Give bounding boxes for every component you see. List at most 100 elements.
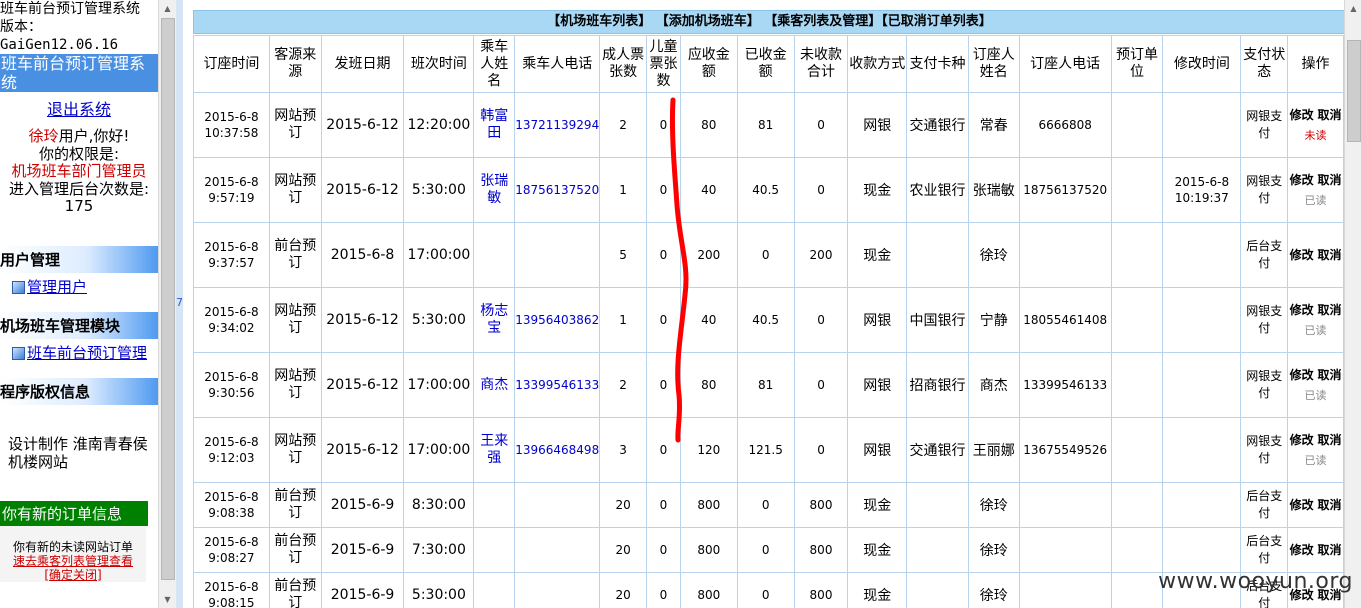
cell-child: 0 [646, 572, 681, 608]
column-header: 班次时间 [403, 35, 475, 93]
cell-booked: 2015-6-8 9:08:38 [193, 482, 270, 528]
cell-due: 40 [679, 287, 738, 353]
sidebar-item-manage-users[interactable]: 管理用户 [0, 273, 158, 300]
cell-booker-phone: 13675549526 [1018, 417, 1112, 483]
manage-users-link[interactable]: 管理用户 [27, 278, 87, 296]
edit-link[interactable]: 修改 [1290, 173, 1314, 187]
nav-add-shuttle[interactable]: 【添加机场班车】 [656, 14, 760, 29]
cell-booker: 徐玲 [967, 527, 1020, 573]
read-status: 已读 [1304, 388, 1327, 402]
read-status: 已读 [1304, 193, 1327, 207]
cancel-link[interactable]: 取消 [1317, 248, 1341, 262]
cell-child: 0 [646, 482, 681, 528]
cell-status: 后台支付 [1240, 222, 1289, 288]
cell-date: 2015-6-8 [320, 222, 405, 288]
scroll-up-icon[interactable]: ▲ [159, 0, 176, 17]
cell-card: 交通银行 [906, 417, 969, 483]
section-user-management: 用户管理 [0, 245, 158, 273]
edit-link[interactable]: 修改 [1290, 368, 1314, 382]
cell-paid: 0 [736, 572, 795, 608]
cell-booker-phone [1018, 222, 1112, 288]
cell-passenger: 王来强 [473, 417, 516, 483]
column-header: 操作 [1287, 35, 1344, 93]
cell-passenger [473, 527, 516, 573]
cell-booked: 2015-6-8 9:34:02 [193, 287, 270, 353]
cancel-link[interactable]: 取消 [1317, 368, 1341, 382]
edit-link[interactable]: 修改 [1290, 108, 1314, 122]
cell-phone: 13956403862 [514, 287, 601, 353]
cell-date: 2015-6-12 [320, 287, 405, 353]
cell-booker: 宁静 [967, 287, 1020, 353]
cancel-link[interactable]: 取消 [1317, 433, 1341, 447]
left-scrollbar[interactable]: ▲ ▼ [158, 0, 176, 608]
menu-bullet-icon [12, 280, 25, 294]
frame-splitter[interactable]: 7 [176, 0, 183, 608]
scroll-down-icon[interactable]: ▼ [159, 591, 176, 608]
cell-modified [1162, 287, 1242, 353]
cell-adult: 2 [599, 92, 648, 158]
cell-method: 现金 [847, 482, 908, 528]
logout-link[interactable]: 退出系统 [47, 100, 111, 119]
cell-phone [514, 527, 601, 573]
cell-time: 12:20:00 [403, 92, 475, 158]
cell-unpaid: 800 [793, 482, 849, 528]
cell-status: 网银支付 [1240, 417, 1289, 483]
cell-actions: 修改 取消未读 [1287, 92, 1344, 158]
cell-adult: 20 [599, 482, 648, 528]
cell-child: 0 [646, 417, 681, 483]
edit-link[interactable]: 修改 [1290, 248, 1314, 262]
nav-cancelled-orders[interactable]: 【已取消订单列表】 [881, 14, 992, 29]
table-header-row: 订座时间 客源来源 发班日期 班次时间 乘车人姓名 乘车人电话 成人票张数 儿童… [193, 35, 1344, 93]
cell-unpaid: 0 [793, 157, 849, 223]
cancel-link[interactable]: 取消 [1317, 108, 1341, 122]
cell-booker-phone [1018, 482, 1112, 528]
visits-value: 175 [64, 197, 94, 215]
cancel-link[interactable]: 取消 [1317, 173, 1341, 187]
cell-booker: 徐玲 [967, 572, 1020, 608]
cell-actions: 修改 取消 [1287, 527, 1344, 573]
cell-phone: 13399546133 [514, 352, 601, 418]
cell-method: 现金 [847, 222, 908, 288]
cell-source: 网站预订 [268, 92, 322, 158]
splitter-toggle[interactable]: 7 [176, 296, 183, 309]
read-status: 未读 [1304, 128, 1327, 142]
edit-link[interactable]: 修改 [1290, 433, 1314, 447]
scroll-up-icon[interactable]: ▲ [1345, 0, 1361, 17]
nav-passenger-list[interactable]: 【乘客列表及管理】 [764, 14, 881, 29]
left-scroll-thumb[interactable] [161, 18, 175, 580]
edit-link[interactable]: 修改 [1290, 498, 1314, 512]
user-greeting: 徐玲用户,你好! 你的权限是: 机场班车部门管理员 进入管理后台次数是: 175 [0, 127, 158, 216]
cell-booker-phone: 13399546133 [1018, 352, 1112, 418]
table-row: 2015-6-8 9:12:03 网站预订 2015-6-12 17:00:00 王来强… [193, 417, 1344, 483]
shuttle-booking-link[interactable]: 班车前台预订管理 [27, 344, 147, 362]
cell-paid: 81 [736, 92, 795, 158]
cell-date: 2015-6-12 [320, 352, 405, 418]
cell-unpaid: 800 [793, 572, 849, 608]
cell-paid: 81 [736, 352, 795, 418]
cancel-link[interactable]: 取消 [1317, 543, 1341, 557]
column-header: 乘车人姓名 [473, 35, 516, 93]
cell-card: 中国银行 [906, 287, 969, 353]
cell-modified [1162, 352, 1242, 418]
column-header: 订座人姓名 [967, 35, 1020, 93]
cancel-link[interactable]: 取消 [1317, 303, 1341, 317]
cell-card: 招商银行 [906, 352, 969, 418]
cell-paid: 40.5 [736, 287, 795, 353]
cell-adult: 5 [599, 222, 648, 288]
read-status: 已读 [1304, 453, 1327, 467]
cell-booked: 2015-6-8 9:08:15 [193, 572, 270, 608]
column-header: 支付卡种 [906, 35, 969, 93]
right-scrollbar[interactable]: ▲ [1344, 0, 1361, 608]
edit-link[interactable]: 修改 [1290, 303, 1314, 317]
cancel-link[interactable]: 取消 [1317, 498, 1341, 512]
column-header: 支付状态 [1240, 35, 1289, 93]
sidebar-item-shuttle-booking[interactable]: 班车前台预订管理 [0, 339, 158, 366]
permission-value: 机场班车部门管理员 [11, 162, 147, 180]
right-scroll-thumb[interactable] [1347, 40, 1361, 142]
edit-link[interactable]: 修改 [1290, 543, 1314, 557]
nav-shuttle-list[interactable]: 【机场班车列表】 [547, 14, 651, 29]
cell-modified [1162, 417, 1242, 483]
cell-date: 2015-6-12 [320, 92, 405, 158]
notice-link[interactable]: 速去乘客列表管理查看 [13, 554, 133, 568]
notice-close-link[interactable]: [确定关闭] [44, 568, 101, 582]
